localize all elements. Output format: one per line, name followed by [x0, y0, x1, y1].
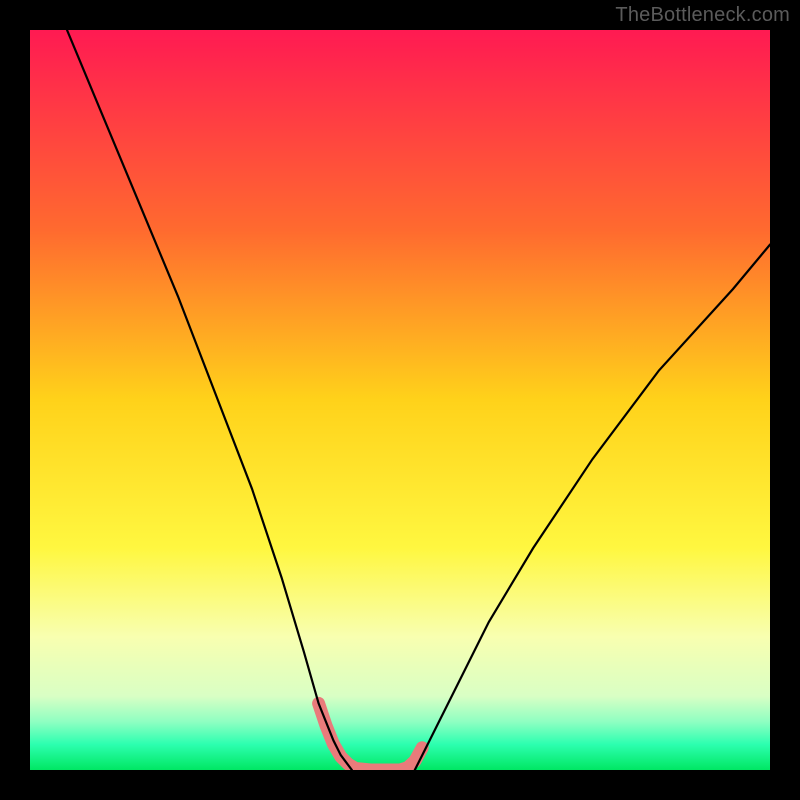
attribution-text: TheBottleneck.com — [615, 4, 790, 27]
chart-frame: TheBottleneck.com — [0, 0, 800, 800]
plot-area — [30, 30, 770, 770]
curves-layer — [30, 30, 770, 770]
left-curve — [67, 30, 352, 770]
right-curve — [415, 245, 770, 770]
valley-marker — [319, 703, 423, 770]
